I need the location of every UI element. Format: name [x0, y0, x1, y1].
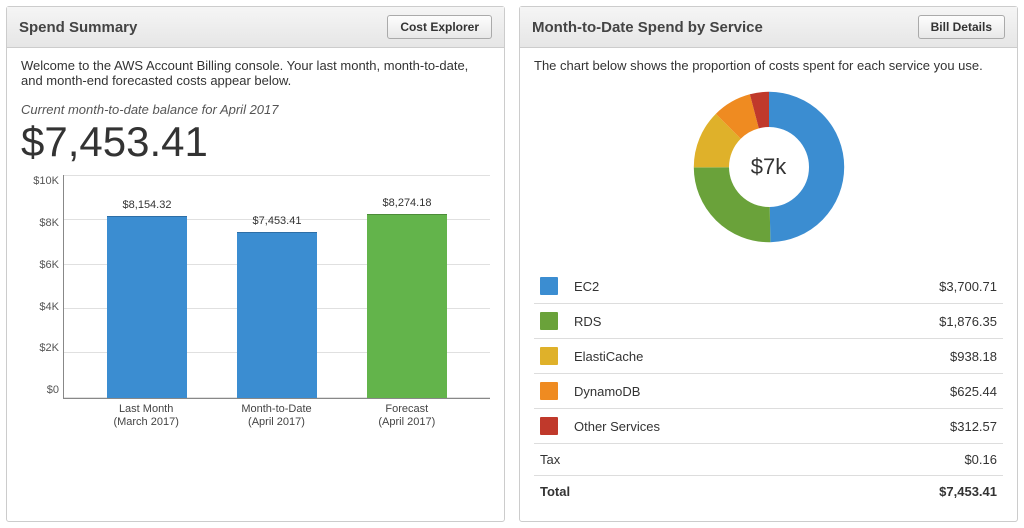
spend-summary-header: Spend Summary Cost Explorer [7, 7, 504, 48]
service-swatch [540, 417, 558, 435]
bar-month-to-date: $7,453.41 [237, 232, 317, 398]
service-name: Other Services [568, 409, 822, 444]
spend-by-service-header: Month-to-Date Spend by Service Bill Deta… [520, 7, 1017, 48]
spend-donut-chart: $7k [689, 87, 849, 247]
service-swatch [540, 347, 558, 365]
bar-chart-y-tick: $6K [39, 259, 59, 271]
month-to-date-amount: $7,453.41 [21, 119, 490, 165]
spend-by-service-title: Month-to-Date Spend by Service [532, 19, 763, 36]
service-row: ElastiCache$938.18 [534, 339, 1003, 374]
service-amount: $625.44 [822, 374, 1003, 409]
total-amount: $7,453.41 [822, 476, 1003, 508]
service-row: Other Services$312.57 [534, 409, 1003, 444]
spend-by-service-intro: The chart below shows the proportion of … [534, 58, 1003, 73]
service-swatch [540, 382, 558, 400]
bar-chart-y-tick: $4K [39, 301, 59, 313]
bar-chart-y-tick: $2K [39, 342, 59, 354]
bill-details-button[interactable]: Bill Details [918, 15, 1005, 39]
service-row: EC2$3,700.71 [534, 269, 1003, 304]
service-table: EC2$3,700.71RDS$1,876.35ElastiCache$938.… [534, 269, 1003, 507]
total-row: Total$7,453.41 [534, 476, 1003, 508]
bar-chart-y-tick: $10K [33, 175, 59, 187]
bar-chart-x-tick: Last Month(March 2017) [91, 403, 200, 431]
service-row: RDS$1,876.35 [534, 304, 1003, 339]
bar-chart-y-axis: $10K $8K $6K $4K $2K $0 [21, 175, 63, 430]
service-swatch [540, 312, 558, 330]
bar-value-label: $8,274.18 [383, 197, 432, 209]
service-amount: $312.57 [822, 409, 1003, 444]
cost-explorer-button[interactable]: Cost Explorer [387, 15, 492, 39]
spend-summary-body: Welcome to the AWS Account Billing conso… [7, 48, 504, 444]
spend-by-service-panel: Month-to-Date Spend by Service Bill Deta… [519, 6, 1018, 522]
tax-amount: $0.16 [822, 444, 1003, 476]
donut-center-label: $7k [689, 87, 849, 247]
service-name: ElastiCache [568, 339, 822, 374]
bar-forecast: $8,274.18 [367, 214, 447, 398]
service-swatch [540, 277, 558, 295]
service-amount: $1,876.35 [822, 304, 1003, 339]
bar-chart-y-tick: $0 [47, 384, 59, 396]
spend-summary-intro: Welcome to the AWS Account Billing conso… [21, 58, 490, 88]
tax-row: Tax$0.16 [534, 444, 1003, 476]
spend-summary-subhead: Current month-to-date balance for April … [21, 102, 490, 117]
bar-chart-plot: $8,154.32 $7,453.41 $8,274.18 [63, 175, 490, 399]
bar-chart-x-tick: Month-to-Date(April 2017) [222, 403, 331, 431]
spend-by-service-body: The chart below shows the proportion of … [520, 48, 1017, 521]
service-amount: $938.18 [822, 339, 1003, 374]
service-name: EC2 [568, 269, 822, 304]
total-label: Total [534, 476, 822, 508]
service-row: DynamoDB$625.44 [534, 374, 1003, 409]
bar-value-label: $7,453.41 [253, 215, 302, 227]
service-amount: $3,700.71 [822, 269, 1003, 304]
spend-bar-chart: $10K$8K$6K$4K$2K$0 $8,154.32$7,453.41$8,… [21, 175, 490, 430]
bar-chart-y-tick: $8K [39, 217, 59, 229]
spend-summary-panel: Spend Summary Cost Explorer Welcome to t… [6, 6, 505, 522]
service-name: DynamoDB [568, 374, 822, 409]
tax-label: Tax [534, 444, 822, 476]
bar-last-month: $8,154.32 [107, 216, 187, 397]
service-name: RDS [568, 304, 822, 339]
spend-summary-title: Spend Summary [19, 19, 137, 36]
bar-value-label: $8,154.32 [123, 199, 172, 211]
bar-chart-x-tick: Forecast(April 2017) [352, 403, 461, 431]
bar-chart-x-axis: Last Month(March 2017) Month-to-Date(Apri… [63, 399, 490, 431]
